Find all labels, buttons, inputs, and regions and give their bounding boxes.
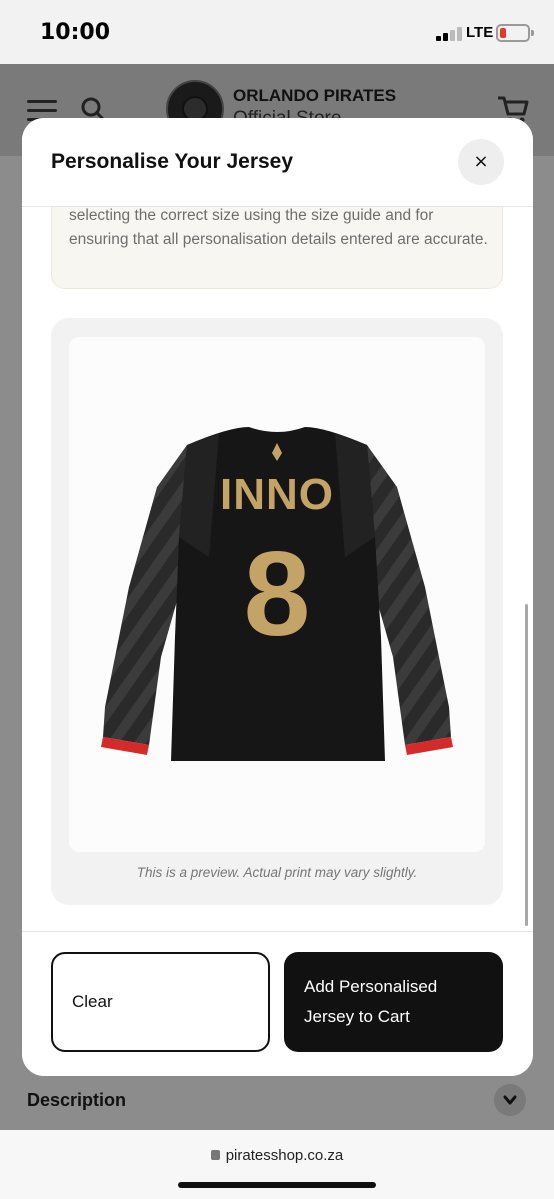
- brand-name: ORLANDO PIRATES: [233, 86, 397, 105]
- jersey-preview: INNO 8: [69, 337, 485, 852]
- notice-text: selecting the correct size using the siz…: [69, 207, 488, 248]
- modal-title: Personalise Your Jersey: [51, 150, 294, 173]
- jersey-name-print: INNO: [220, 470, 334, 519]
- close-button[interactable]: ×: [458, 139, 504, 185]
- status-bar: 10:00 LTE: [0, 0, 554, 64]
- add-to-cart-button[interactable]: Add Personalised Jersey to Cart: [284, 952, 503, 1052]
- network-type: LTE: [466, 24, 494, 41]
- chevron-down-icon[interactable]: [494, 1084, 526, 1116]
- modal-header: Personalise Your Jersey ×: [22, 118, 533, 207]
- lock-icon: [210, 1150, 220, 1160]
- browser-url-bar[interactable]: piratesshop.co.za: [0, 1130, 554, 1199]
- personalise-modal: Personalise Your Jersey × selecting the …: [22, 118, 533, 1076]
- clear-button[interactable]: Clear: [51, 952, 270, 1052]
- description-row[interactable]: Description: [0, 1076, 554, 1130]
- preview-card: INNO 8 This is a preview. Actual print m…: [51, 318, 503, 905]
- battery-icon: [496, 24, 534, 42]
- jersey-image: INNO 8: [101, 427, 453, 761]
- signal-icon: [436, 25, 462, 41]
- status-time: 10:00: [40, 20, 111, 45]
- modal-footer: Clear Add Personalised Jersey to Cart: [22, 931, 533, 1076]
- description-label: Description: [27, 1090, 127, 1110]
- preview-caption: This is a preview. Actual print may vary…: [136, 865, 418, 880]
- modal-scrollbar[interactable]: [525, 604, 528, 926]
- home-indicator[interactable]: [178, 1182, 376, 1188]
- url-text: piratesshop.co.za: [225, 1147, 344, 1164]
- jersey-number-print: 8: [244, 527, 311, 661]
